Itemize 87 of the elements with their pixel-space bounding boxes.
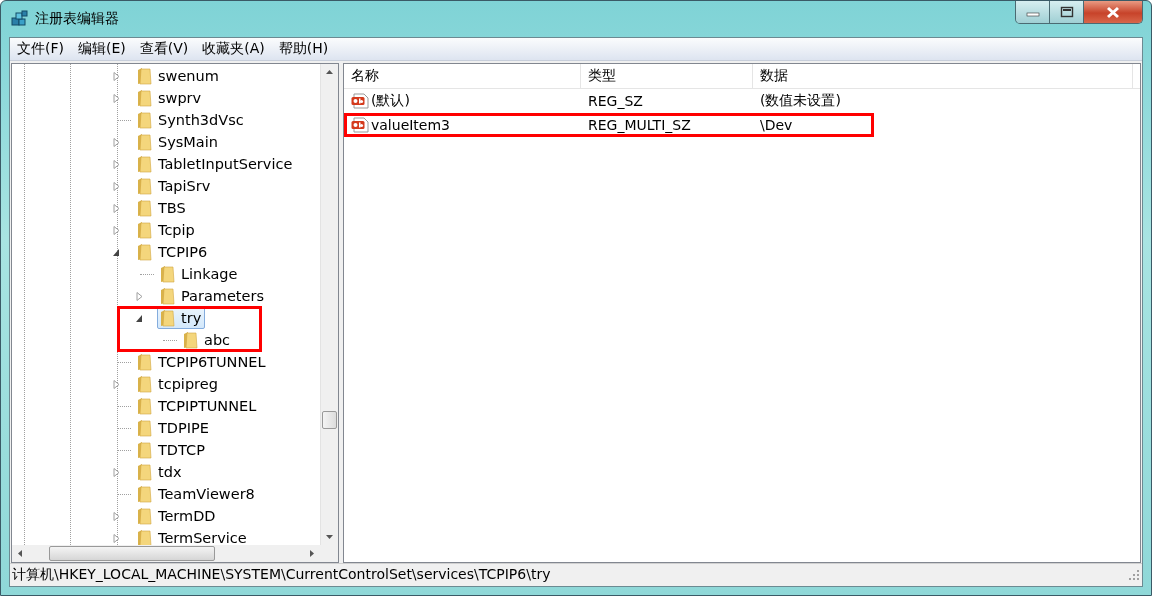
string-value-icon (351, 117, 369, 133)
table-cell-text: REG_SZ (587, 93, 644, 109)
tree-item[interactable]: abc (180, 329, 235, 351)
folder-icon (136, 397, 152, 415)
tree-item[interactable]: TCPIP6TUNNEL (134, 351, 270, 373)
tree-item[interactable]: TeamViewer8 (134, 483, 259, 505)
folder-icon (136, 441, 152, 459)
expand-triangle-icon[interactable] (112, 225, 121, 235)
horizontal-scrollbar[interactable] (12, 545, 338, 562)
minimize-button[interactable] (1016, 1, 1050, 23)
registry-path: 计算机\HKEY_LOCAL_MACHINE\SYSTEM\CurrentControlSet\services\TCPIP6\try (12, 566, 551, 584)
expand-triangle-icon[interactable] (112, 181, 121, 191)
folder-icon (136, 463, 152, 481)
tree-item[interactable]: TBS (134, 197, 190, 219)
expand-triangle-icon[interactable] (112, 467, 121, 477)
tree-item[interactable]: tcpipreg (134, 373, 222, 395)
folder-icon (136, 111, 152, 129)
tree-item[interactable]: TermDD (134, 505, 220, 527)
folder-icon (136, 353, 152, 371)
folder-icon (136, 529, 152, 545)
window-title: 注册表编辑器 (35, 10, 119, 28)
value-name[interactable]: valueItem3 (371, 117, 451, 133)
tree-item[interactable]: Synth3dVsc (134, 109, 248, 131)
expand-triangle-icon[interactable] (112, 137, 121, 147)
scroll-thumb[interactable] (49, 546, 215, 561)
tree-item[interactable]: try (157, 307, 206, 329)
cubes-icon (11, 10, 29, 28)
tree-item[interactable]: Tcpip (134, 219, 199, 241)
tree-item[interactable]: TapiSrv (134, 175, 215, 197)
folder-icon (136, 177, 152, 195)
tree-item[interactable]: TDTCP (134, 439, 209, 461)
menu-item[interactable]: 查看(V) (132, 40, 196, 58)
tree-item[interactable]: TermService (134, 527, 251, 545)
folder-icon (136, 89, 152, 107)
string-value-icon (351, 93, 369, 109)
tree-item[interactable]: TCPIP6 (134, 241, 212, 263)
maximize-button[interactable] (1050, 1, 1084, 23)
table-cell-text: (数值未设置) (759, 92, 841, 110)
tree-item[interactable]: tdx (134, 461, 186, 483)
tree-item[interactable]: TCPIPTUNNEL (134, 395, 261, 417)
expand-triangle-icon[interactable] (112, 379, 121, 389)
column-header[interactable]: 名称 (344, 64, 581, 88)
menu-item[interactable]: 文件(F) (10, 40, 71, 58)
folder-icon (136, 67, 152, 85)
expand-triangle-icon[interactable] (112, 159, 121, 169)
folder-icon (136, 199, 152, 217)
folder-icon (136, 243, 152, 261)
scroll-thumb[interactable] (322, 411, 337, 429)
folder-icon (182, 331, 198, 349)
folder-icon (136, 221, 152, 239)
folder-icon (136, 155, 152, 173)
tree-item[interactable]: TabletInputService (134, 153, 297, 175)
folder-icon (159, 265, 175, 283)
menu-item[interactable]: 收藏夹(A) (195, 40, 272, 58)
tree-item[interactable]: SysMain (134, 131, 222, 153)
table-cell-text: \Dev (759, 117, 793, 133)
tree-item[interactable]: Linkage (157, 263, 242, 285)
menu-item[interactable]: 编辑(E) (71, 40, 133, 58)
value-name[interactable]: (默认) (371, 92, 410, 110)
expand-triangle-icon[interactable] (112, 93, 121, 103)
expand-triangle-icon[interactable] (135, 291, 144, 301)
menu-item[interactable]: 帮助(H) (271, 40, 336, 58)
expand-triangle-icon[interactable] (112, 71, 121, 81)
column-header[interactable]: 数据 (753, 64, 1133, 88)
collapse-triangle-icon[interactable] (135, 313, 144, 323)
tree-item[interactable]: swprv (134, 87, 206, 109)
collapse-triangle-icon[interactable] (112, 247, 121, 257)
vertical-scrollbar[interactable] (320, 64, 338, 545)
close-icon (1105, 5, 1121, 19)
folder-icon (159, 309, 175, 327)
folder-icon (159, 287, 175, 305)
folder-icon (136, 419, 152, 437)
folder-icon (136, 133, 152, 151)
folder-icon (136, 375, 152, 393)
column-header[interactable]: 类型 (581, 64, 753, 88)
tree-item[interactable]: swenum (134, 65, 223, 87)
folder-icon (136, 507, 152, 525)
folder-icon (136, 485, 152, 503)
close-button[interactable] (1084, 1, 1142, 23)
maximize-icon (1059, 6, 1074, 18)
expand-triangle-icon[interactable] (112, 511, 121, 521)
table-cell-text: REG_MULTI_SZ (587, 117, 692, 133)
expand-triangle-icon[interactable] (112, 203, 121, 213)
tree-item[interactable]: TDPIPE (134, 417, 213, 439)
expand-triangle-icon[interactable] (112, 533, 121, 543)
tree-item[interactable]: Parameters (157, 285, 268, 307)
resize-grip-icon[interactable] (1128, 569, 1140, 581)
